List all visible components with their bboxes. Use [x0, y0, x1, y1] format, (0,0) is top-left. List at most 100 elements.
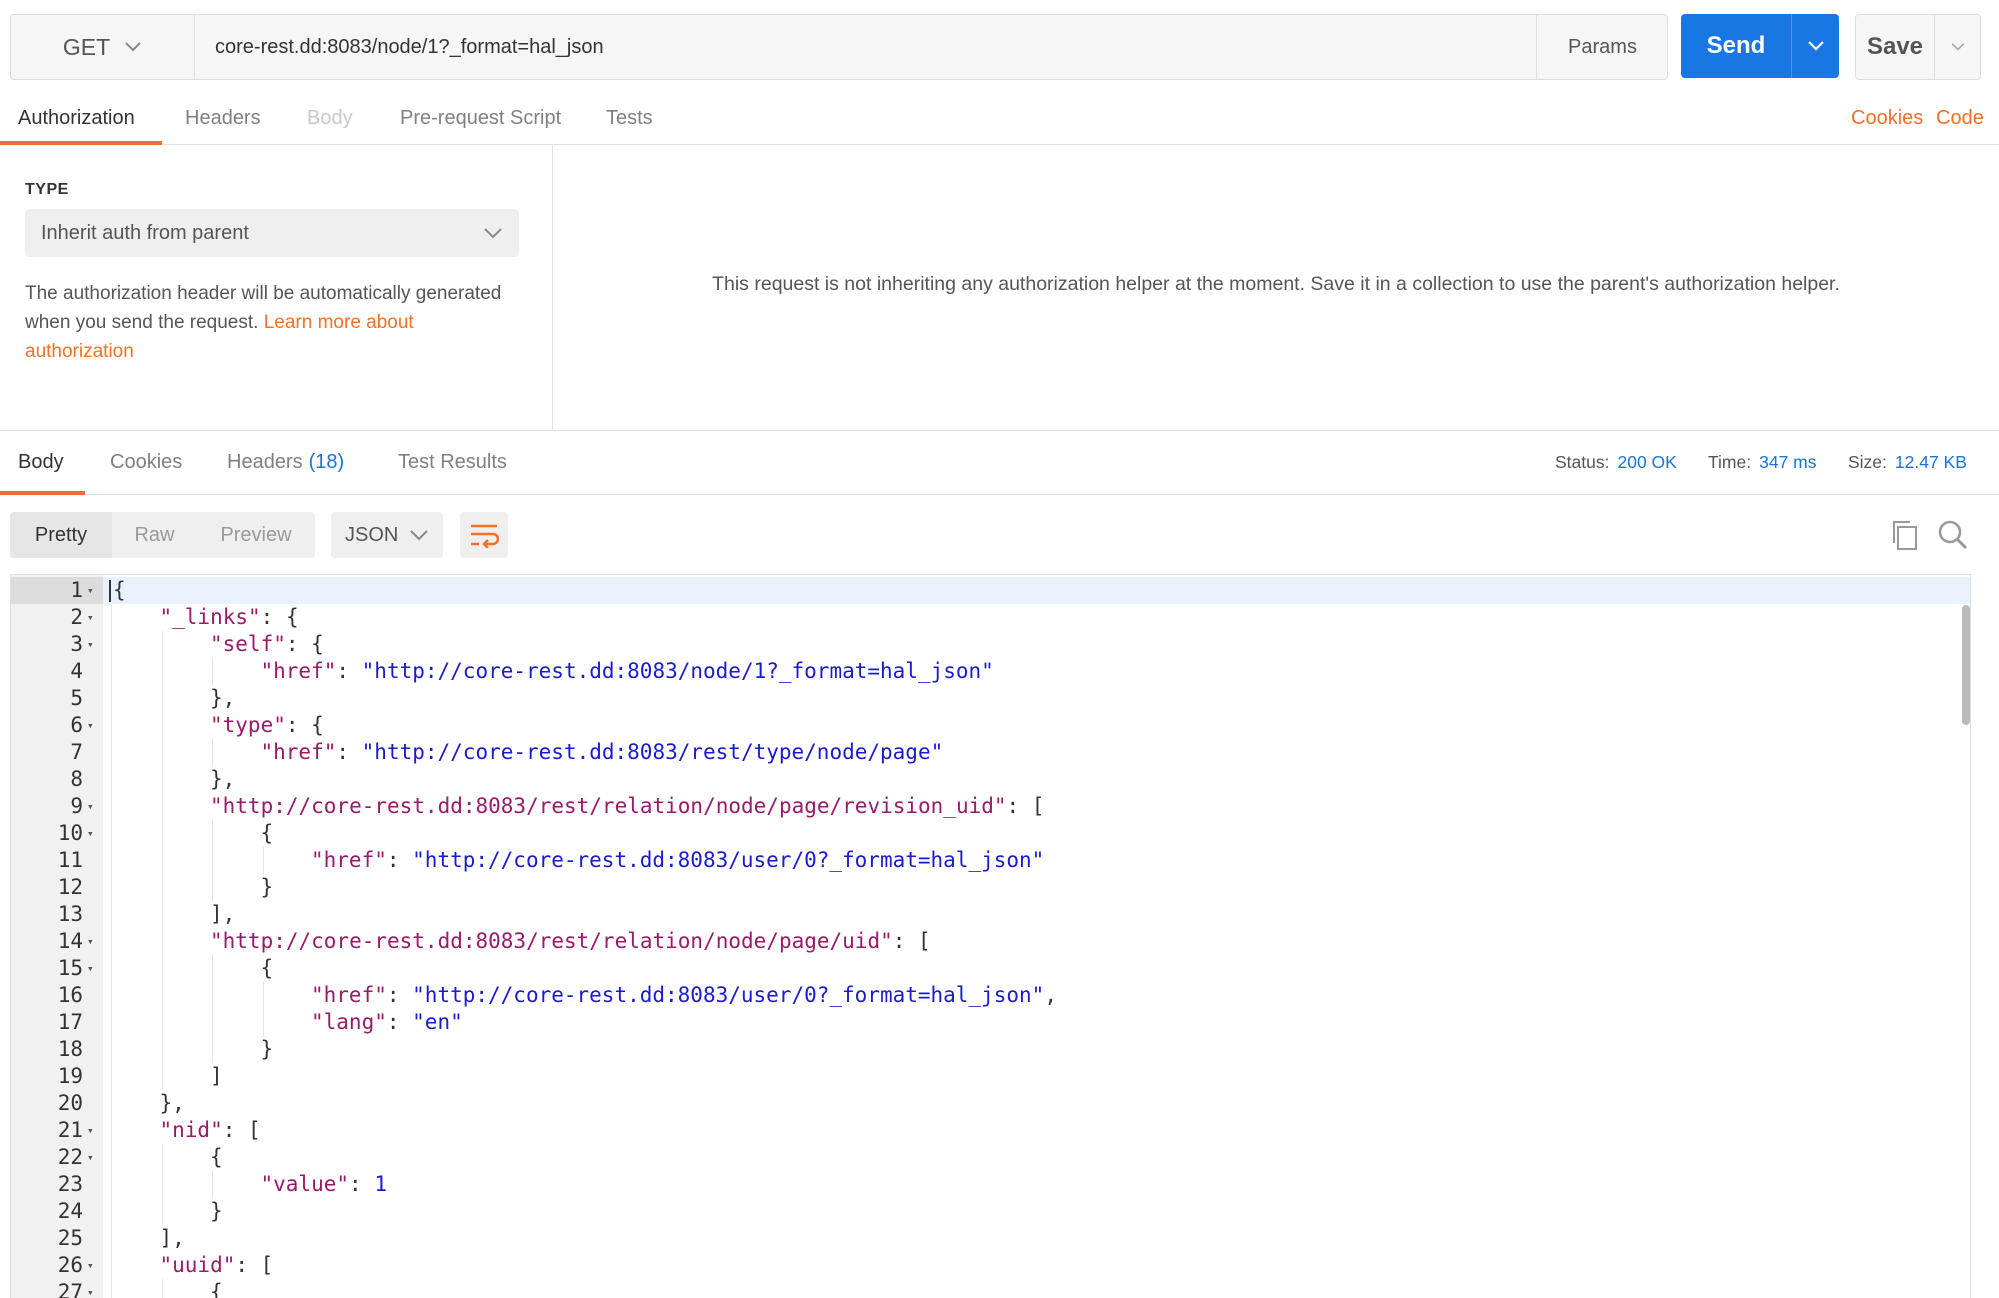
fold-toggle-icon[interactable]: ▾ [87, 928, 94, 955]
indent-guide [111, 820, 112, 847]
line-number: 10 [57, 821, 83, 845]
raw-button[interactable]: Raw [112, 512, 197, 558]
tab-tests[interactable]: Tests [606, 92, 653, 144]
indent-guide [161, 847, 163, 874]
status-label: Status: [1555, 451, 1610, 472]
json-key: "_links" [159, 605, 261, 629]
save-options-button[interactable] [1934, 15, 1981, 79]
code-text: ] [210, 1063, 223, 1090]
indent-guide [161, 1198, 163, 1225]
tab-test-results[interactable]: Test Results [398, 430, 507, 494]
json-key: "href" [260, 740, 337, 764]
json-key: "uuid" [159, 1253, 236, 1277]
search-icon[interactable] [1937, 519, 1969, 551]
code-line: 7 "href": "http://core-rest.dd:8083/rest/… [11, 739, 1961, 766]
send-options-button[interactable] [1791, 14, 1840, 78]
send-button-group: Send [1681, 14, 1839, 78]
line-number: 8 [70, 767, 83, 791]
indent-guide [111, 604, 112, 631]
view-mode-group: Pretty Raw Preview [10, 512, 315, 558]
indent-guide [161, 982, 163, 1009]
size-readout: Size: 12.47 KB [1848, 430, 1967, 494]
code-line: 25], [11, 1225, 1961, 1252]
fold-toggle-icon[interactable]: ▾ [87, 793, 94, 820]
json-number: 1 [374, 1172, 387, 1196]
json-punctuation: : [ [1006, 794, 1045, 818]
fold-toggle-icon[interactable]: ▾ [87, 1144, 94, 1171]
save-button[interactable]: Save [1856, 15, 1934, 79]
preview-button[interactable]: Preview [197, 512, 315, 558]
json-punctuation: { [260, 821, 274, 845]
code-link[interactable]: Code [1936, 92, 1984, 144]
code-line: 15 ▾ { [11, 955, 1961, 982]
indent-guide [161, 739, 163, 766]
size-value[interactable]: 12.47 KB [1895, 452, 1967, 473]
language-select[interactable]: JSON [331, 512, 443, 558]
copy-icon[interactable] [1890, 519, 1920, 551]
code-line: 22 ▾ { [11, 1144, 1961, 1171]
indent-guide [161, 631, 163, 658]
indent-guide [212, 982, 213, 1009]
fold-toggle-icon[interactable]: ▾ [87, 1117, 94, 1144]
status-value[interactable]: 200 OK [1617, 452, 1676, 473]
code-line: 6 ▾ "type": { [11, 712, 1961, 739]
indent-guide [111, 685, 112, 712]
code-line: 23 "value": 1 [11, 1171, 1961, 1198]
tab-response-cookies[interactable]: Cookies [110, 430, 182, 494]
auth-type-select[interactable]: Inherit auth from parent [25, 209, 519, 257]
json-key: "lang" [311, 1010, 387, 1034]
json-punctuation: : [ [222, 1118, 261, 1142]
json-key: "href" [311, 983, 387, 1007]
tab-authorization[interactable]: Authorization [18, 92, 135, 144]
json-string: "http://core-rest.dd:8083/rest/type/node… [361, 740, 944, 764]
chevron-down-icon [410, 530, 428, 541]
indent-guide [161, 1171, 163, 1198]
fold-toggle-icon[interactable]: ▾ [87, 604, 94, 631]
json-punctuation: }, [210, 686, 236, 710]
fold-toggle-icon[interactable]: ▾ [87, 1252, 94, 1279]
indent-guide [262, 982, 264, 1009]
tab-headers[interactable]: Headers [185, 92, 261, 144]
json-string: "en" [412, 1010, 463, 1034]
response-body-editor[interactable]: 1 ▾{2 ▾ "_links": {3 ▾ "self": {4 "href": "htt… [10, 574, 1971, 1298]
fold-toggle-icon[interactable]: ▾ [87, 820, 94, 847]
json-punctuation: } [260, 1037, 274, 1061]
vertical-scrollbar[interactable] [1962, 605, 1970, 725]
params-button[interactable]: Params [1538, 15, 1667, 79]
json-key: "href" [311, 848, 387, 872]
language-value: JSON [345, 523, 399, 546]
fold-toggle-icon[interactable]: ▾ [87, 631, 94, 658]
tab-response-body[interactable]: Body [18, 430, 64, 494]
fold-toggle-icon[interactable]: ▾ [87, 712, 94, 739]
tab-response-headers[interactable]: Headers (18) [227, 430, 344, 494]
url-input[interactable]: core-rest.dd:8083/node/1?_format=hal_jso… [195, 15, 1537, 79]
indent-guide [111, 955, 112, 982]
json-punctuation: ] [210, 1064, 223, 1088]
time-value[interactable]: 347 ms [1759, 452, 1816, 473]
method-select[interactable]: GET [11, 15, 195, 79]
tab-body[interactable]: Body [307, 92, 353, 144]
indent-guide [111, 1036, 112, 1063]
indent-guide [111, 1009, 112, 1036]
auth-type-value: Inherit auth from parent [41, 221, 249, 244]
code-text: "uuid": [ [160, 1252, 274, 1279]
fold-toggle-icon[interactable]: ▾ [87, 1279, 94, 1298]
chevron-down-icon [484, 228, 502, 239]
indent-guide [111, 1171, 112, 1198]
tab-pre-request-script[interactable]: Pre-request Script [400, 92, 561, 144]
code-line: 14 ▾ "http://core-rest.dd:8083/rest/relati… [11, 928, 1961, 955]
code-line: 16 "href": "http://core-rest.dd:8083/user… [11, 982, 1961, 1009]
cookies-link[interactable]: Cookies [1851, 92, 1923, 144]
pretty-button[interactable]: Pretty [10, 512, 112, 558]
fold-toggle-icon[interactable]: ▾ [87, 577, 94, 604]
indent-guide [161, 1063, 163, 1090]
json-key: "value" [260, 1172, 350, 1196]
fold-toggle-icon[interactable]: ▾ [87, 955, 94, 982]
code-line: 13], [11, 901, 1961, 928]
json-key: "http://core-rest.dd:8083/rest/relation/… [210, 794, 1007, 818]
wrap-lines-button[interactable] [460, 512, 508, 558]
send-button[interactable]: Send [1681, 14, 1791, 78]
line-number: 22 [57, 1145, 83, 1169]
wrap-lines-icon [471, 524, 499, 548]
line-number: 16 [57, 983, 83, 1007]
